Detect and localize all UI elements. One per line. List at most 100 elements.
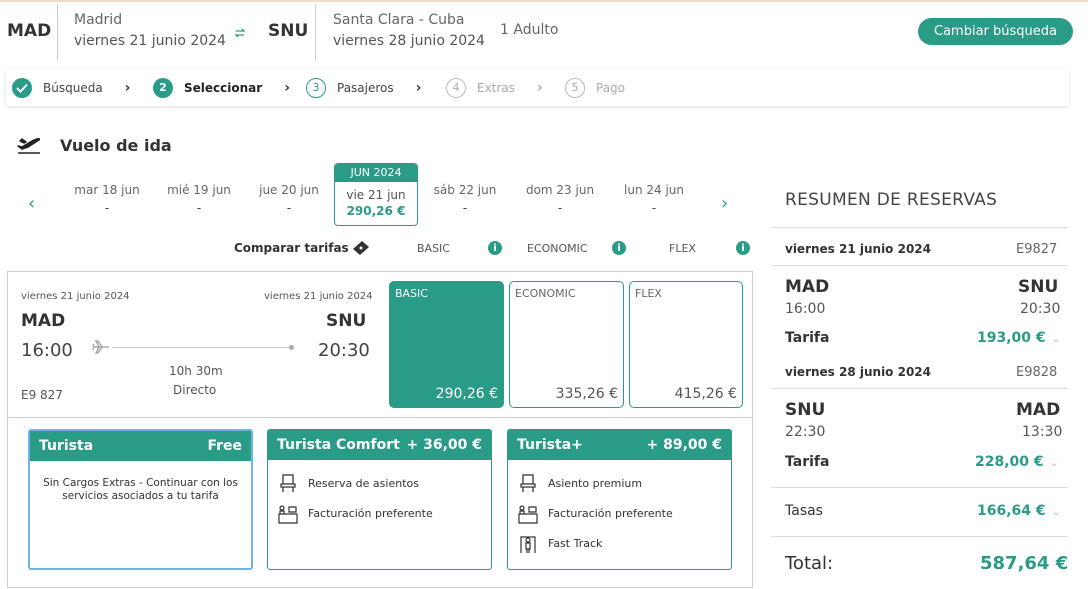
- fast-track-icon: [520, 536, 536, 553]
- step-label: Seleccionar: [184, 80, 263, 95]
- plane-takeoff-icon: [16, 133, 42, 159]
- feature-item: Asiento premium: [517, 472, 731, 494]
- date-option[interactable]: lun 24 jun -: [609, 183, 699, 215]
- step-seleccionar[interactable]: 2 Seleccionar ›: [153, 69, 290, 106]
- summary-divider: [771, 487, 1068, 488]
- date-option[interactable]: sáb 22 jun -: [420, 183, 510, 215]
- flight-duration: 10h 30m: [169, 364, 223, 378]
- fare-basic[interactable]: BASIC 290,26 €: [389, 281, 504, 408]
- header-divider: [315, 4, 316, 61]
- ticket-icon[interactable]: [350, 239, 372, 261]
- inbound-fare-toggle[interactable]: 228,00 € ⌄: [975, 454, 1059, 470]
- route-end-dot: [289, 345, 294, 350]
- inbound-from: SNU: [785, 400, 826, 420]
- step-pago: 5 Pago: [565, 69, 625, 106]
- dest-city: Santa Clara - Cuba: [333, 12, 465, 28]
- premium-seat-icon: [520, 474, 536, 492]
- option-description: Sin Cargos Extras - Continuar con los se…: [43, 477, 238, 502]
- compare-fare-name: BASIC: [417, 242, 450, 255]
- step-number: 3: [306, 77, 326, 98]
- step-number: 4: [446, 77, 466, 98]
- origin-city: Madrid: [74, 12, 123, 28]
- summary-divider: [771, 227, 1068, 228]
- date-option[interactable]: jue 20 jun -: [244, 183, 334, 215]
- fare-flex[interactable]: FLEX 415,26 €: [629, 281, 743, 408]
- passenger-count: 1 Adulto: [500, 22, 559, 38]
- date-price: 290,26 €: [346, 204, 406, 218]
- inbound-to: MAD: [1016, 400, 1061, 420]
- chevron-right-icon: ›: [124, 79, 131, 96]
- seat-icon: [280, 474, 296, 492]
- fare-economic[interactable]: ECONOMIC 335,26 €: [509, 281, 624, 408]
- flight-origin: MAD: [21, 311, 66, 331]
- outbound-flight-code: E9827: [1016, 242, 1058, 257]
- date-option[interactable]: mar 18 jun -: [62, 183, 152, 215]
- option-header: Turista Free: [30, 431, 251, 461]
- date-option[interactable]: dom 23 jun -: [515, 183, 605, 215]
- step-number: 5: [565, 77, 585, 98]
- outbound-from: MAD: [785, 277, 830, 297]
- info-icon[interactable]: i: [612, 241, 626, 255]
- total-label: Total:: [785, 553, 834, 574]
- chevron-down-icon: ⌄: [1051, 504, 1061, 518]
- chevron-right-icon: ›: [284, 79, 290, 96]
- option-turista-comfort[interactable]: Turista Comfort + 36,00 € Reserva de asi…: [267, 429, 492, 570]
- change-search-button[interactable]: Cambiar búsqueda: [918, 18, 1073, 45]
- compare-fare-name: FLEX: [669, 242, 696, 255]
- step-label: Extras: [477, 80, 515, 95]
- taxes-toggle[interactable]: 166,64 € ⌄: [977, 503, 1061, 519]
- step-number: 2: [153, 77, 173, 98]
- date-label: vie 21 jun: [346, 188, 406, 202]
- swap-arrows-icon: [234, 24, 246, 43]
- flight-dep-time: 16:00: [21, 340, 73, 361]
- taxes-amount: 166,64 €: [977, 503, 1046, 519]
- step-label: Búsqueda: [43, 80, 103, 95]
- option-turista-plus[interactable]: Turista+ + 89,00 € Asiento premium Factu…: [507, 429, 732, 570]
- step-label: Pasajeros: [337, 80, 394, 95]
- flight-dest: SNU: [326, 311, 367, 331]
- section-title: Vuelo de ida: [60, 136, 172, 155]
- step-label: Pago: [596, 80, 626, 95]
- selected-date-option[interactable]: JUN 2024 vie 21 jun 290,26 €: [334, 163, 418, 226]
- next-dates-arrow-icon[interactable]: ›: [721, 193, 728, 214]
- date-option[interactable]: mié 19 jun -: [154, 183, 244, 215]
- info-icon[interactable]: i: [488, 241, 502, 255]
- compare-fares-label[interactable]: Comparar tarifas: [234, 241, 349, 255]
- outbound-fare-label: Tarifa: [785, 330, 830, 346]
- origin-code: MAD: [7, 21, 52, 41]
- step-extras: 4 Extras ›: [446, 69, 543, 106]
- feature-item: Facturación preferente: [517, 502, 731, 524]
- outbound-dep: 16:00: [785, 301, 826, 317]
- flight-dep-date: viernes 21 junio 2024: [21, 291, 130, 302]
- flight-arr-date: viernes 21 junio 2024: [264, 291, 373, 302]
- depart-date: viernes 21 junio 2024: [74, 33, 226, 49]
- chevron-down-icon: ⌄: [1051, 331, 1061, 345]
- info-icon[interactable]: i: [736, 241, 750, 255]
- outbound-date: viernes 21 junio 2024: [785, 242, 932, 256]
- summary-divider: [771, 265, 1068, 266]
- header-divider: [57, 4, 58, 61]
- step-busqueda[interactable]: Búsqueda ›: [12, 69, 130, 106]
- outbound-arr: 20:30: [1020, 301, 1061, 317]
- outbound-fare-toggle[interactable]: 193,00 € ⌄: [977, 330, 1061, 346]
- date-month: JUN 2024: [335, 164, 417, 182]
- feature-item: Fast Track: [517, 532, 731, 554]
- dest-code: SNU: [268, 21, 309, 41]
- option-header: Turista Comfort + 36,00 €: [268, 430, 491, 460]
- option-header: Turista+ + 89,00 €: [508, 430, 731, 460]
- flight-number: E9 827: [21, 388, 63, 402]
- step-pasajeros[interactable]: 3 Pasajeros ›: [306, 69, 421, 106]
- check-icon: [12, 77, 32, 98]
- option-turista[interactable]: Turista Free Sin Cargos Extras - Continu…: [28, 429, 253, 570]
- feature-item: Reserva de asientos: [277, 472, 491, 494]
- total-amount: 587,64 €: [980, 553, 1069, 574]
- inbound-arr: 13:30: [1022, 424, 1063, 440]
- check-in-desk-icon: [278, 505, 298, 524]
- compare-fare-name: ECONOMIC: [527, 242, 588, 255]
- summary-divider: [771, 536, 1068, 537]
- prev-dates-arrow-icon[interactable]: ‹: [28, 193, 35, 214]
- top-accent-line: [0, 0, 1088, 2]
- summary-divider: [771, 388, 1068, 389]
- inbound-flight-code: E9828: [1016, 365, 1058, 380]
- check-in-desk-icon: [518, 505, 538, 524]
